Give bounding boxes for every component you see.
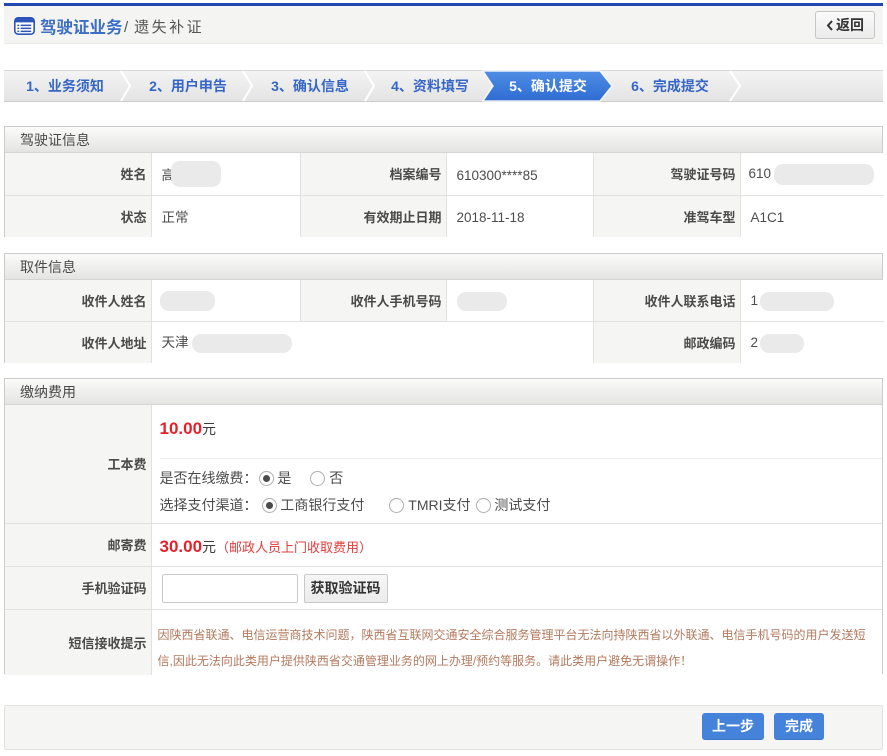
svg-text:6、完成提交: 6、完成提交 (631, 76, 709, 96)
svg-text:5、确认提交: 5、确认提交 (509, 76, 587, 96)
svg-text:3、确认信息: 3、确认信息 (271, 76, 349, 96)
svg-text:2、用户申告: 2、用户申告 (149, 76, 227, 96)
svg-text:1、业务须知: 1、业务须知 (26, 76, 104, 96)
svg-text:4、资料填写: 4、资料填写 (391, 76, 469, 96)
